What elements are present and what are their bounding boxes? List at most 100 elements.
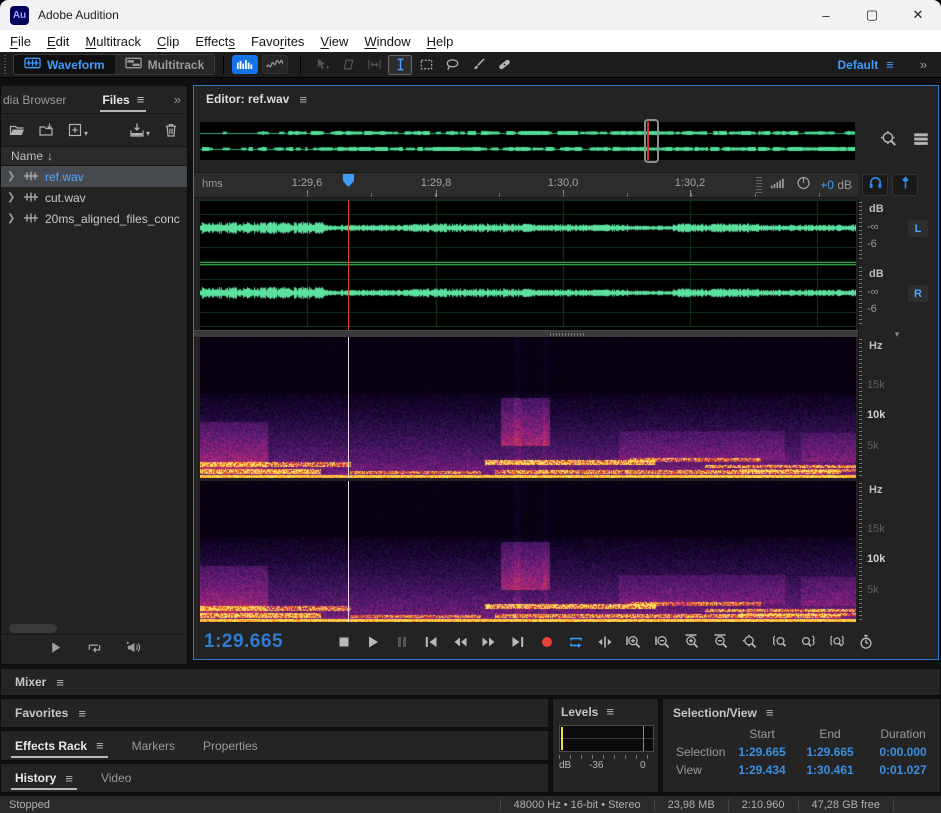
stop-button[interactable]: [335, 633, 353, 651]
record-button[interactable]: [538, 633, 556, 651]
multitrack-mode-button[interactable]: Multitrack: [114, 55, 215, 74]
workspace-menu-icon[interactable]: ≡: [886, 57, 894, 72]
skip-to-end-button[interactable]: [509, 633, 527, 651]
timer-record-button[interactable]: [857, 633, 875, 651]
lasso-selection-tool[interactable]: [440, 55, 464, 75]
preview-autoplay-button[interactable]: [126, 640, 141, 660]
maximize-button[interactable]: ▢: [849, 0, 895, 30]
tab-files[interactable]: Files ≡: [98, 86, 148, 113]
horizontal-scrollbar-thumb[interactable]: [9, 624, 57, 633]
monitor-button[interactable]: [862, 174, 888, 196]
selection-end-value[interactable]: 1:29.665: [795, 745, 865, 759]
move-tool[interactable]: [310, 55, 334, 75]
gain-knob-icon[interactable]: [795, 176, 812, 195]
menu-favorites[interactable]: Favorites: [243, 34, 312, 49]
timeline-ruler[interactable]: hms 1:29,6 1:29,8 1:30,0 1:30,2 +0 dB: [194, 172, 858, 198]
waveform-left-channel[interactable]: [200, 200, 856, 262]
spectrogram-left-channel[interactable]: [200, 337, 856, 478]
favorites-menu-icon[interactable]: ≡: [78, 706, 86, 721]
zoom-out-time-button[interactable]: [712, 633, 730, 651]
ruler-grip[interactable]: [756, 177, 763, 193]
spot-healing-brush-tool[interactable]: [492, 55, 516, 75]
time-selection-tool[interactable]: [362, 55, 386, 75]
left-channel-button[interactable]: L: [908, 220, 928, 237]
media-import-icon[interactable]: ▾: [129, 122, 150, 138]
paintbrush-selection-tool[interactable]: [466, 55, 490, 75]
zoom-reset-button[interactable]: [741, 633, 759, 651]
right-channel-button[interactable]: R: [908, 285, 928, 302]
tab-properties[interactable]: Properties: [189, 731, 272, 760]
skip-to-start-button[interactable]: [422, 633, 440, 651]
selection-view-menu-icon[interactable]: ≡: [766, 705, 774, 720]
tab-video[interactable]: Video: [87, 764, 145, 792]
open-file-icon[interactable]: [9, 122, 25, 138]
overview-waveform[interactable]: [200, 122, 855, 160]
level-meter[interactable]: [559, 725, 654, 752]
preview-loop-button[interactable]: [87, 640, 102, 660]
scale-collapse-arrow[interactable]: ▾: [858, 329, 936, 340]
effects-rack-menu-icon[interactable]: ≡: [96, 738, 104, 753]
pan-zoom-icon[interactable]: [880, 130, 898, 153]
tab-markers[interactable]: Markers: [118, 731, 189, 760]
marquee-selection-tool[interactable]: [414, 55, 438, 75]
zoom-in-amplitude-button[interactable]: [625, 633, 643, 651]
menu-multitrack[interactable]: Multitrack: [77, 34, 149, 49]
mixer-panel-bar[interactable]: Mixer ≡: [0, 668, 941, 696]
delete-icon[interactable]: [163, 122, 179, 138]
waveform-view-button[interactable]: [232, 55, 259, 74]
pause-button[interactable]: [393, 633, 411, 651]
zoom-out-amplitude-button[interactable]: [654, 633, 672, 651]
skip-selection-button[interactable]: [596, 633, 614, 651]
menu-help[interactable]: Help: [419, 34, 462, 49]
toolbar-grip[interactable]: [2, 54, 9, 75]
file-row-20ms[interactable]: ❯ 20ms_aligned_files_conc: [1, 208, 187, 229]
files-panel-menu-icon[interactable]: ≡: [137, 92, 145, 107]
zoom-in-time-button[interactable]: [683, 633, 701, 651]
new-content-icon[interactable]: ▾: [67, 122, 88, 138]
view-end-value[interactable]: 1:30.461: [795, 763, 865, 777]
toolbar-overflow-chevron[interactable]: »: [920, 57, 927, 72]
expand-chevron-icon[interactable]: ❯: [7, 171, 17, 182]
display-mode-icon[interactable]: [912, 130, 930, 153]
loop-playback-button[interactable]: [567, 633, 585, 651]
menu-window[interactable]: Window: [356, 34, 418, 49]
waveform-mode-button[interactable]: Waveform: [14, 55, 115, 74]
files-column-header[interactable]: Name ↓: [1, 146, 187, 166]
levels-menu-icon[interactable]: ≡: [606, 704, 614, 719]
import-file-icon[interactable]: [38, 122, 54, 138]
minimize-button[interactable]: –: [803, 0, 849, 30]
expand-chevron-icon[interactable]: ❯: [7, 213, 17, 224]
editor-panel-menu-icon[interactable]: ≡: [299, 92, 307, 107]
tab-media-browser[interactable]: dia Browser: [0, 93, 72, 107]
selection-duration-value[interactable]: 0:00.000: [865, 745, 941, 759]
menu-clip[interactable]: Clip: [149, 34, 187, 49]
play-button[interactable]: [364, 633, 382, 651]
time-display[interactable]: 1:29.665: [204, 631, 283, 653]
files-panel-overflow-chevron[interactable]: »: [174, 92, 181, 107]
view-splitter[interactable]: [194, 330, 858, 337]
tab-history[interactable]: History ≡: [1, 764, 87, 792]
file-row-ref[interactable]: ❯ ref.wav: [1, 166, 187, 187]
spectral-frequency-view-button[interactable]: [262, 55, 289, 74]
rewind-button[interactable]: [451, 633, 469, 651]
marker-pin-button[interactable]: [892, 174, 918, 196]
view-start-value[interactable]: 1:29.434: [729, 763, 795, 777]
zoom-to-in-point-button[interactable]: [770, 633, 788, 651]
waveform-display[interactable]: [200, 200, 856, 330]
spectrogram-right-channel[interactable]: [200, 481, 856, 622]
menu-view[interactable]: View: [312, 34, 356, 49]
menu-file[interactable]: File: [2, 34, 39, 49]
expand-chevron-icon[interactable]: ❯: [7, 192, 17, 203]
zoom-to-selection-button[interactable]: [828, 633, 846, 651]
preview-play-button[interactable]: [48, 640, 63, 660]
tab-effects-rack[interactable]: Effects Rack ≡: [1, 731, 118, 760]
slip-tool[interactable]: [336, 55, 360, 75]
history-menu-icon[interactable]: ≡: [65, 771, 73, 786]
workspace-selector[interactable]: Default: [838, 58, 879, 72]
level-bars-icon[interactable]: [770, 176, 787, 195]
gain-value[interactable]: +0: [820, 178, 834, 192]
view-duration-value[interactable]: 0:01.027: [865, 763, 941, 777]
close-button[interactable]: ✕: [895, 0, 941, 30]
ibeam-tool[interactable]: [388, 54, 413, 75]
waveform-right-channel[interactable]: [200, 265, 856, 327]
